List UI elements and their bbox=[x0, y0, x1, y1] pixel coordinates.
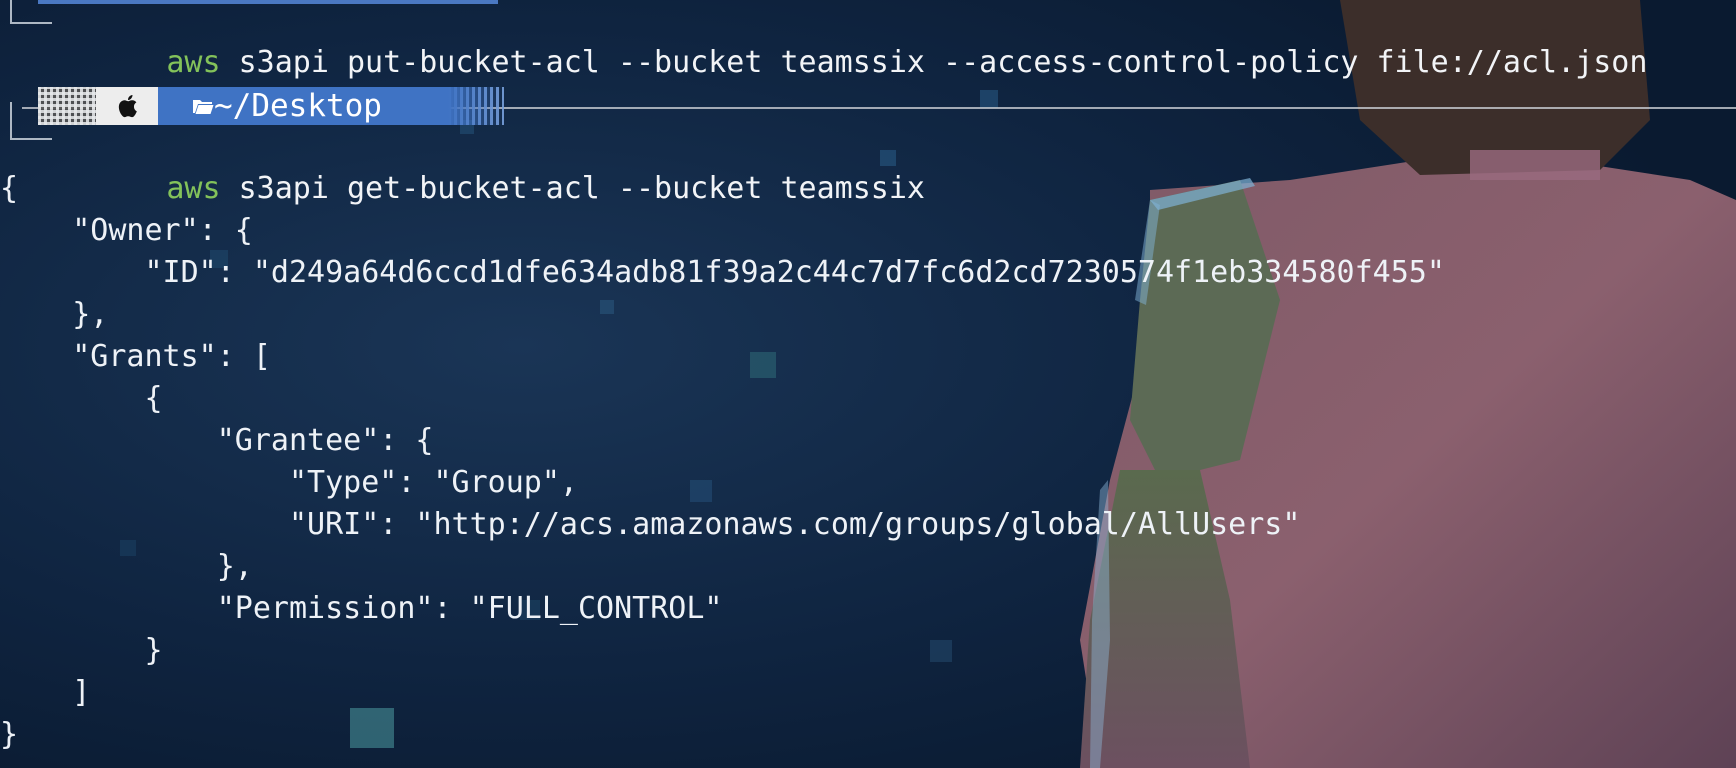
output-line: "ID": "d249a64d6ccd1dfe634adb81f39a2c44c… bbox=[0, 255, 1445, 290]
output-line: "Owner": { bbox=[0, 213, 253, 248]
current-command-args: s3api get-bucket-acl --bucket teamssix bbox=[220, 171, 925, 206]
apple-icon bbox=[118, 94, 137, 118]
output-line: ] bbox=[0, 675, 91, 710]
output-line: { bbox=[0, 381, 163, 416]
output-line: }, bbox=[0, 549, 253, 584]
output-line: "Grants": [ bbox=[0, 339, 271, 374]
output-line: "Grantee": { bbox=[0, 423, 434, 458]
output-line: "Type": "Group", bbox=[0, 465, 578, 500]
folder-icon bbox=[193, 100, 214, 114]
prompt-left-dither bbox=[38, 87, 96, 125]
output-line: } bbox=[0, 717, 19, 752]
prompt-directory-segment: ~/Desktop bbox=[158, 87, 448, 125]
prompt-os-segment bbox=[96, 87, 176, 125]
previous-command-program: aws bbox=[166, 45, 221, 80]
output-line: { bbox=[0, 171, 19, 206]
prompt-right-dither bbox=[448, 87, 504, 125]
output-line: }, bbox=[0, 297, 109, 332]
current-command-program: aws bbox=[166, 171, 221, 206]
previous-command-line: aws s3api put-bucket-acl --bucket teamss… bbox=[0, 0, 1647, 80]
previous-prompt-bar-edge bbox=[38, 0, 498, 4]
current-command-line: aws s3api get-bucket-acl --bucket teamss… bbox=[0, 102, 925, 206]
output-line: "URI": "http://acs.amazonaws.com/groups/… bbox=[0, 507, 1301, 542]
output-line: } bbox=[0, 633, 163, 668]
prompt-directory-label: ~/Desktop bbox=[214, 88, 382, 124]
previous-command-args: s3api put-bucket-acl --bucket teamssix -… bbox=[220, 45, 1648, 80]
output-line: "Permission": "FULL_CONTROL" bbox=[0, 591, 723, 626]
